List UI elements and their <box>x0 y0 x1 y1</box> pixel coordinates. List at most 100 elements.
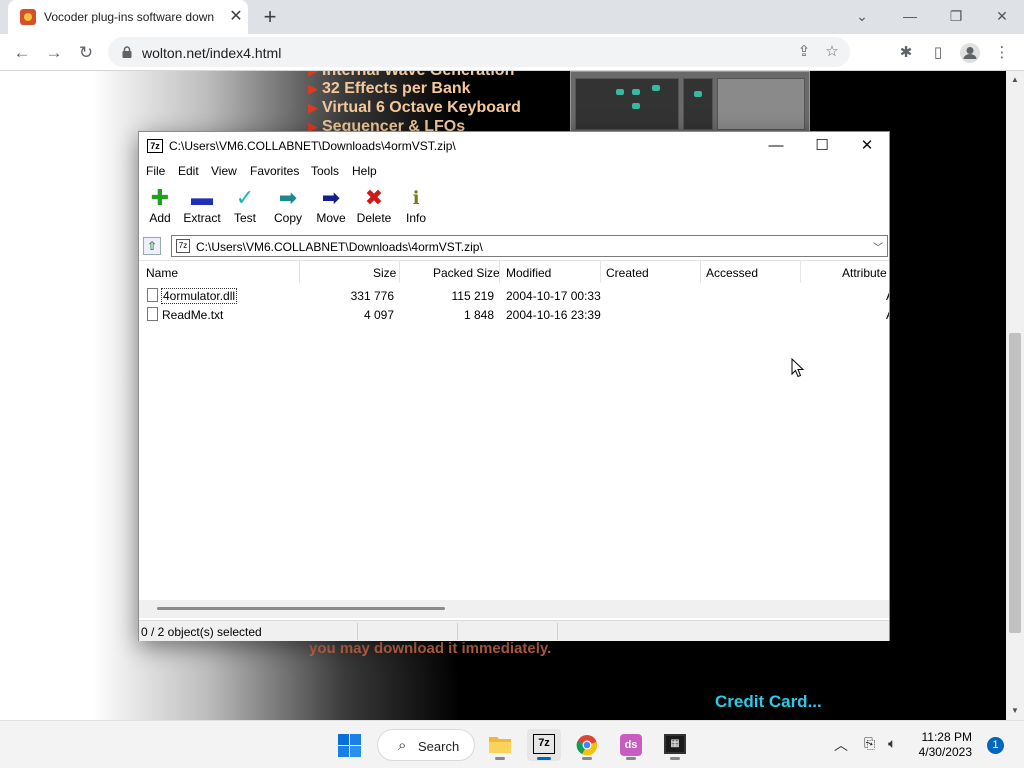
scroll-thumb[interactable] <box>1009 333 1021 633</box>
side-panel-icon[interactable]: ▯ <box>927 42 949 64</box>
notification-badge[interactable]: 1 <box>987 737 1004 754</box>
bullet-arrow-icon: ▶ <box>308 81 318 96</box>
file-name[interactable]: ReadMe.txt <box>162 308 223 322</box>
menu-tools[interactable]: Tools <box>311 164 339 178</box>
folder-icon <box>489 737 511 753</box>
forward-button[interactable]: → <box>41 40 67 66</box>
feature-text: Virtual 6 Octave Keyboard <box>322 99 521 116</box>
horizontal-scrollbar[interactable] <box>139 600 889 618</box>
file-list[interactable]: Name Size Packed Size Modified Created A… <box>139 260 889 600</box>
7zip-close-button[interactable]: ✕ <box>844 134 890 158</box>
path-bar: ⇧ 7z C:\Users\VM6.COLLABNET\Downloads\4o… <box>139 234 889 258</box>
chrome-app[interactable] <box>570 729 604 761</box>
back-button[interactable]: ← <box>9 40 35 66</box>
browser-tab[interactable]: Vocoder plug-ins software down ✕ <box>8 0 248 34</box>
browser-menu-icon[interactable]: ⋮ <box>991 42 1013 64</box>
add-button[interactable]: ✚ Add <box>136 186 184 228</box>
file-modified: 2004-10-17 00:33 <box>506 289 601 303</box>
minimize-button[interactable]: — <box>888 4 932 28</box>
7zip-maximize-button[interactable]: ☐ <box>799 134 845 158</box>
7zip-minimize-button[interactable]: — <box>753 134 799 158</box>
column-name[interactable]: Name <box>146 266 178 280</box>
folder-up-button[interactable]: ⇧ <box>143 237 161 255</box>
extract-button[interactable]: ▬ Extract <box>178 186 226 228</box>
page-scrollbar[interactable]: ▲ ▼ <box>1006 71 1024 720</box>
search-label: Search <box>418 739 460 754</box>
scroll-down-icon[interactable]: ▼ <box>1006 704 1024 718</box>
column-size[interactable]: Size <box>373 266 396 280</box>
scroll-up-icon[interactable]: ▲ <box>1006 73 1024 87</box>
credit-card-link[interactable]: Credit Card... <box>715 692 822 712</box>
test-button[interactable]: ✓ Test <box>221 186 269 228</box>
copy-button[interactable]: ➡ Copy <box>264 186 312 228</box>
device-keyboard-panel <box>717 78 805 130</box>
clock-date: 4/30/2023 <box>918 745 972 759</box>
7zip-titlebar[interactable]: 7z C:\Users\VM6.COLLABNET\Downloads\4orm… <box>139 132 889 160</box>
menu-favorites[interactable]: Favorites <box>250 164 299 178</box>
file-size: 331 776 <box>350 289 394 303</box>
menu-help[interactable]: Help <box>352 164 377 178</box>
volume-icon[interactable]: 🔈︎ <box>888 735 896 752</box>
column-attributes[interactable]: Attribute <box>842 266 887 280</box>
windows-start-icon[interactable] <box>338 734 361 757</box>
file-explorer-app[interactable] <box>483 729 517 761</box>
bullet-arrow-icon: ▶ <box>308 71 318 78</box>
url-text[interactable]: wolton.net/index4.html <box>142 45 281 61</box>
column-accessed[interactable]: Accessed <box>706 266 758 280</box>
lock-icon[interactable] <box>120 45 134 59</box>
status-bar: 0 / 2 object(s) selected <box>139 620 889 641</box>
network-icon[interactable]: ⎘ <box>864 735 875 752</box>
feature-text: Internal Wave Generation <box>322 71 514 79</box>
tab-close-icon[interactable]: ✕ <box>226 7 246 27</box>
move-button[interactable]: ➡ Move <box>307 186 355 228</box>
menu-edit[interactable]: Edit <box>178 164 199 178</box>
restore-button[interactable]: ❐ <box>934 4 978 28</box>
7zip-app-icon: 7z <box>533 734 555 754</box>
address-bar[interactable]: wolton.net/index4.html ⇪ ☆ <box>108 37 850 67</box>
share-icon[interactable]: ⇪ <box>794 42 814 62</box>
profile-avatar-icon[interactable] <box>959 42 981 64</box>
path-field[interactable]: 7z C:\Users\VM6.COLLABNET\Downloads\4orm… <box>171 235 888 257</box>
chevron-down-icon[interactable]: ﹀ <box>873 239 883 254</box>
column-modified[interactable]: Modified <box>506 266 551 280</box>
video-editor-app[interactable]: ▦ <box>658 729 692 761</box>
7zip-taskbar-app[interactable]: 7z <box>527 729 561 761</box>
tab-search-icon[interactable]: ⌄ <box>840 4 884 28</box>
column-created[interactable]: Created <box>606 266 649 280</box>
delete-button[interactable]: ✖ Delete <box>350 186 398 228</box>
ds-app[interactable]: ds <box>614 729 648 761</box>
reload-button[interactable]: ↻ <box>73 40 99 66</box>
feature-text: 32 Effects per Bank <box>322 80 471 97</box>
table-row[interactable]: 4ormulator.dll 331 776 115 219 2004-10-1… <box>139 286 889 305</box>
menu-view[interactable]: View <box>211 164 237 178</box>
device-mixer-panel <box>575 78 679 130</box>
column-packed-size[interactable]: Packed Size <box>433 266 500 280</box>
file-attributes: A <box>886 308 889 322</box>
extensions-icon[interactable]: ✱ <box>895 42 917 64</box>
file-icon <box>147 288 158 302</box>
7zip-app-icon: 7z <box>147 139 163 153</box>
ds-app-icon: ds <box>620 734 642 756</box>
delete-x-icon: ✖ <box>364 185 384 210</box>
close-window-button[interactable]: ✕ <box>980 4 1024 28</box>
horizontal-scroll-thumb[interactable] <box>157 607 445 610</box>
info-button[interactable]: ℹ Info <box>392 186 440 228</box>
tray-chevron-up-icon[interactable]: ︿ <box>834 735 848 755</box>
feature-item: ▶ Internal Wave Generation <box>308 71 514 80</box>
taskbar-clock[interactable]: 11:28 PM 4/30/2023 <box>900 730 972 760</box>
path-text[interactable]: C:\Users\VM6.COLLABNET\Downloads\4ormVST… <box>196 240 483 254</box>
selection-status: 0 / 2 object(s) selected <box>141 625 262 639</box>
window-title: C:\Users\VM6.COLLABNET\Downloads\4ormVST… <box>169 139 456 153</box>
file-name[interactable]: 4ormulator.dll <box>161 288 238 304</box>
table-row[interactable]: ReadMe.txt 4 097 1 848 2004-10-16 23:39 … <box>139 305 889 324</box>
menu-bar: File Edit View Favorites Tools Help <box>139 160 889 182</box>
new-tab-button[interactable]: + <box>258 5 282 29</box>
bookmark-star-icon[interactable]: ☆ <box>822 42 842 62</box>
clock-time: 11:28 PM <box>921 730 972 744</box>
file-size: 4 097 <box>363 308 394 322</box>
browser-toolbar: ← → ↻ wolton.net/index4.html ⇪ ☆ ✱ ▯ ⋮ <box>0 34 1024 71</box>
menu-file[interactable]: File <box>146 164 165 178</box>
taskbar-search[interactable]: ⌕ Search <box>377 729 475 761</box>
browser-tabstrip: Vocoder plug-ins software down ✕ + ⌄ — ❐… <box>0 0 1024 34</box>
double-arrow-icon: ➡ <box>278 185 298 210</box>
